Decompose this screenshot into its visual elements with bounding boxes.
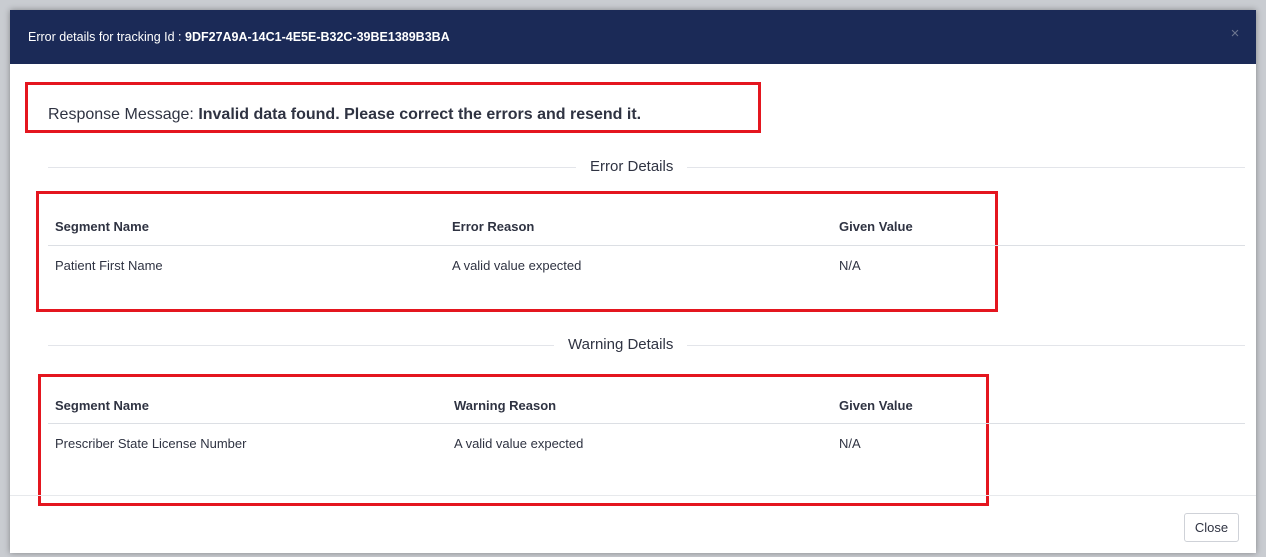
error-col-segment-name: Segment Name <box>55 219 149 234</box>
warning-col-segment-name: Segment Name <box>55 398 149 413</box>
response-message-text: Invalid data found. Please correct the e… <box>198 106 642 123</box>
close-icon[interactable]: × <box>1226 25 1244 43</box>
error-cell-segment-name: Patient First Name <box>55 258 163 273</box>
warning-col-given-value: Given Value <box>839 398 913 413</box>
tracking-id: 9DF27A9A-14C1-4E5E-B32C-39BE1389B3BA <box>185 30 450 44</box>
modal-header: Error details for tracking Id : 9DF27A9A… <box>10 10 1256 64</box>
close-button[interactable]: Close <box>1184 513 1239 542</box>
modal-footer-separator <box>10 495 1256 496</box>
warning-header-separator <box>48 423 1245 424</box>
warning-cell-segment-name: Prescriber State License Number <box>55 436 247 451</box>
error-header-separator <box>48 245 1245 246</box>
modal-title-prefix: Error details for tracking Id : <box>28 30 186 44</box>
error-col-error-reason: Error Reason <box>452 219 535 234</box>
modal-title: Error details for tracking Id : 9DF27A9A… <box>28 30 450 44</box>
error-details-highlight <box>36 191 998 312</box>
response-message: Response Message: Invalid data found. Pl… <box>48 106 641 124</box>
error-col-given-value: Given Value <box>839 219 913 234</box>
warning-cell-warning-reason: A valid value expected <box>454 436 584 451</box>
warning-col-warning-reason: Warning Reason <box>454 398 557 413</box>
warning-cell-given-value: N/A <box>839 436 861 451</box>
response-label: Response Message: <box>48 106 199 123</box>
error-details-title: Error Details <box>576 158 688 176</box>
error-details-modal: Error details for tracking Id : 9DF27A9A… <box>10 10 1256 553</box>
warning-details-title: Warning Details <box>554 336 688 354</box>
error-cell-error-reason: A valid value expected <box>452 258 582 273</box>
error-cell-given-value: N/A <box>839 258 861 273</box>
